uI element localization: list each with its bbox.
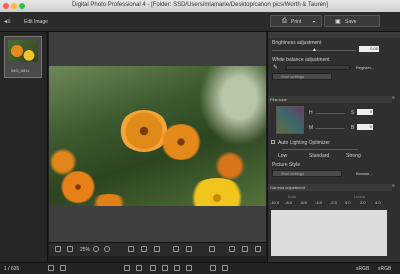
compare-icon[interactable] <box>229 246 235 252</box>
photo <box>49 66 266 206</box>
viewer-toolbar: 25% <box>49 242 266 256</box>
window-title: Digital Photo Professional 4 - [Folder: … <box>72 2 328 8</box>
register-button[interactable]: Register... <box>356 65 374 70</box>
thumbnail[interactable]: IMG_0811 <box>4 36 42 78</box>
rotate-left-icon[interactable] <box>124 265 130 271</box>
brightness-label: Brightness adjustment <box>272 40 322 46</box>
filmstrip: IMG_0811 <box>0 32 48 262</box>
gamma-axis: -10.0 -8.0 -6.0 -4.0 -2.0 0.0 2.0 4.0 <box>270 200 381 205</box>
color-space-1: sRGB <box>356 266 370 272</box>
save-icon: ▣ <box>335 19 341 25</box>
image-viewer[interactable] <box>49 32 266 242</box>
eyedropper-icon[interactable]: ✎ <box>273 65 279 71</box>
before-after-icon[interactable] <box>255 246 261 252</box>
alo-checkbox[interactable] <box>271 140 275 144</box>
saturation-slider[interactable] <box>315 128 345 129</box>
browse-button[interactable]: Browse... <box>356 171 373 176</box>
title-bar: Digital Photo Professional 4 - [Folder: … <box>0 0 400 12</box>
picture-style-label: Picture Style <box>272 162 301 168</box>
hue-value[interactable]: 0 <box>357 109 373 115</box>
crop-icon[interactable] <box>128 246 134 252</box>
alo-slider[interactable] <box>282 149 358 150</box>
af-point-icon[interactable] <box>154 246 160 252</box>
grid-icon[interactable] <box>141 246 147 252</box>
grid-view-icon[interactable] <box>48 265 54 271</box>
next-image-icon[interactable] <box>222 265 228 271</box>
brightness-slider-handle[interactable]: ▲ <box>312 47 317 53</box>
brightness-value[interactable]: 0.00 <box>359 46 379 52</box>
gamma-collapse-icon[interactable]: » <box>392 183 395 189</box>
print-button[interactable]: ⎙ Print ▾ <box>270 15 322 27</box>
gamma-header[interactable]: Gamma adjustment <box>268 184 392 191</box>
thumbnail-name: IMG_0811 <box>11 68 30 73</box>
check-mark-icon[interactable] <box>150 265 156 271</box>
white-balance-presets[interactable] <box>286 65 350 70</box>
prev-image-icon[interactable] <box>210 265 216 271</box>
palette-tabs[interactable] <box>268 32 400 38</box>
fit-to-window-icon[interactable] <box>55 246 61 252</box>
zoom-level[interactable]: 25% <box>80 247 90 253</box>
white-balance-label: White balance adjustment <box>272 57 330 63</box>
color-space-2: sRGB <box>378 266 392 272</box>
rotate-right-icon[interactable] <box>136 265 142 271</box>
back-arrow-icon[interactable]: ◂≡ <box>4 18 11 25</box>
toolbar: ◂≡ Edit Image ⎙ Print ▾ ▣ Save <box>0 12 400 32</box>
star-icon[interactable] <box>162 265 168 271</box>
edit-image-label: Edit Image <box>24 19 48 25</box>
collapse-icon[interactable]: » <box>392 95 395 101</box>
saturation-value[interactable]: 0 <box>357 124 373 130</box>
zoom-100-icon[interactable] <box>67 246 73 252</box>
picture-style-dropdown[interactable]: Shot settings <box>272 170 342 177</box>
printer-icon: ⎙ <box>282 18 287 24</box>
image-count: 1 / 635 <box>4 266 20 272</box>
shadow-warning-icon[interactable] <box>186 246 192 252</box>
split-view-icon[interactable] <box>242 246 248 252</box>
gamma-histogram[interactable] <box>271 210 387 256</box>
gamma-linear[interactable]: Linear <box>354 194 365 199</box>
zoom-in-icon[interactable] <box>104 246 110 252</box>
list-view-icon[interactable] <box>60 265 66 271</box>
display-mode-icon[interactable] <box>209 246 215 252</box>
zoom-out-icon[interactable] <box>93 246 99 252</box>
rating-icon[interactable] <box>174 265 180 271</box>
status-bar: 1 / 635 sRGB sRGB <box>0 262 400 274</box>
highlight-warning-icon[interactable] <box>173 246 179 252</box>
gamma-auto[interactable]: Auto <box>288 194 296 199</box>
reject-icon[interactable] <box>186 265 192 271</box>
thumbnail-image <box>8 40 38 62</box>
finetune-header[interactable]: Fine-tune <box>268 96 392 103</box>
chevron-down-icon: ▾ <box>313 19 316 24</box>
color-adjust-grid[interactable] <box>276 106 304 134</box>
alo-label: Auto Lighting Optimizer <box>278 140 330 146</box>
white-balance-dropdown[interactable]: Shot settings <box>272 73 332 80</box>
save-button[interactable]: ▣ Save <box>324 15 380 27</box>
hue-slider[interactable] <box>315 113 345 114</box>
